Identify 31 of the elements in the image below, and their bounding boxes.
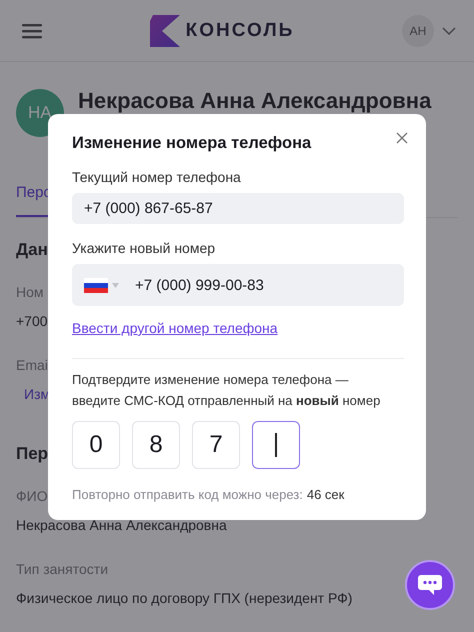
section-heading: Дан — [16, 240, 48, 260]
menu-icon[interactable] — [22, 22, 42, 38]
code-digit-field[interactable]: 0 — [72, 421, 120, 469]
field-label: Укажите новый номер — [72, 240, 216, 256]
logo-icon — [150, 14, 180, 46]
code-digit-field[interactable]: 8 — [132, 421, 180, 469]
section-heading: Пер — [16, 444, 48, 464]
russia-flag-icon[interactable] — [84, 278, 108, 292]
resend-timer: 46 сек — [306, 487, 344, 502]
current-phone-field: +7 (000) 867-65-87 — [72, 193, 404, 224]
logo-text: КОНСОЛЬ — [186, 20, 294, 42]
chevron-down-icon[interactable] — [442, 26, 456, 34]
code-digit-field[interactable] — [252, 421, 300, 469]
field-value: Физическое лицо по договору ГПХ (нерезидент РФ) — [16, 590, 352, 606]
modal-title: Изменение номера телефона — [72, 134, 312, 153]
confirm-text: Подтвердите изменение номера телефона — введите СМС-КОД отправленный на новый номер — [72, 371, 382, 410]
field-label: Ном — [16, 284, 44, 300]
profile-name: Некрасова Анна Александровна — [78, 88, 432, 114]
close-icon[interactable] — [396, 132, 408, 144]
code-digit-field[interactable]: 7 — [192, 421, 240, 469]
resend-text: Повторно отправить код можно через: — [72, 487, 303, 502]
field-value: +700 — [16, 313, 48, 329]
field-label: ФИО — [16, 488, 48, 504]
other-number-link[interactable]: Ввести другой номер телефона — [72, 320, 404, 336]
new-phone-field[interactable]: +7 (000) 999-00-83 — [72, 264, 404, 306]
field-value: Некрасова Анна Александровна — [16, 517, 227, 533]
field-label: Тип занятости — [16, 561, 108, 577]
field-label: Emai — [16, 357, 48, 373]
field-label: Текущий номер телефона — [72, 169, 242, 185]
chat-bubble-icon[interactable] — [417, 574, 443, 596]
chat-button[interactable] — [405, 560, 455, 610]
